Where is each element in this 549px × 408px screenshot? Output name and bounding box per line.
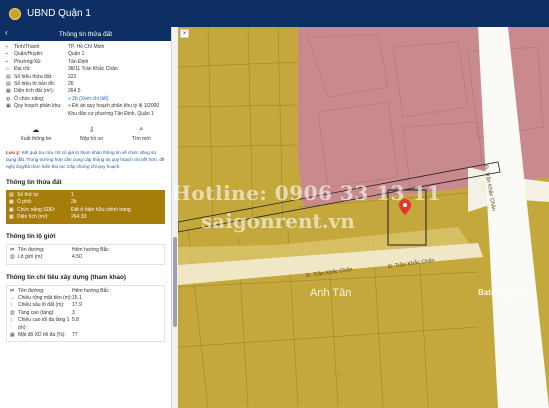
- home-icon: ⌂: [6, 66, 10, 73]
- boundary-row-street: ⇄ Tên đường: Hẻm hướng Bắc: [10, 246, 109, 253]
- land-row-usage: ▣ Chức năng SDĐ: Đất ở hiện hữu chỉnh tran…: [9, 206, 131, 213]
- panel-title: Thông tin thửa đất: [58, 30, 113, 38]
- info-panel: ‹ Thông tin thửa đất ▪ Tỉnh/Thành: TP. Hồ …: [0, 27, 172, 408]
- build-row-street: ⇄ Tên đường: Hẻm hướng Bắc: [10, 287, 109, 294]
- watermark-site: saigonrent.vn: [201, 209, 355, 233]
- note-warning: Lưu ý:: [6, 150, 21, 156]
- section-title-boundary: Thông tin lộ giới: [6, 232, 56, 240]
- panel-header: ‹ Thông tin thửa đất: [0, 27, 171, 41]
- parcel-info-list: ▪ Tỉnh/Thành: TP. Hồ Chí Minh ▪ Quận/Huyện:…: [0, 41, 171, 118]
- width-icon: ↔: [10, 294, 15, 301]
- build-row-floors: ▥ Tầng cao (tầng): 3: [10, 309, 75, 316]
- info-row-map-sheet: ▤ Số hiệu tờ bản đồ: 26: [6, 81, 74, 88]
- height-icon: ↕: [10, 317, 13, 324]
- watermark-anh-tan: Anh Tân: [310, 287, 352, 299]
- block-icon: ▦: [9, 199, 14, 206]
- area-icon: ▦: [6, 88, 11, 95]
- land-row-block: ▦ Ô phố: 2b: [9, 199, 77, 206]
- info-row-district: ▪ Quận/Huyện: Quận 1: [6, 51, 85, 58]
- density-icon: ▦: [10, 331, 15, 338]
- build-row-first-floor-height: ↕ Chiều cao tối đa tầng 1 (m): 5.8: [10, 317, 79, 331]
- depth-icon: ↕: [10, 302, 13, 309]
- section-title-build: Thông tin chỉ tiêu xây dựng (tham khảo): [6, 273, 127, 281]
- document-icon: ▤: [6, 73, 11, 80]
- watermark-batdongsan: Batdongsan: [478, 288, 525, 297]
- watermark-hotline: Hotline: 0906 33 13 11: [172, 181, 442, 205]
- location-icon: ▪: [6, 51, 8, 58]
- boundary-row-width: ▥ Lộ giới (m): 4.50: [10, 254, 82, 261]
- search-icon: ⌕: [139, 126, 144, 134]
- location-icon: ▪: [6, 58, 8, 65]
- disclaimer-note: Lưu ý: Kết quả tra cứu chỉ có giá trị th…: [6, 149, 165, 170]
- submit-file-button[interactable]: ⇩ Nộp hồ sơ: [80, 126, 103, 142]
- new-search-button[interactable]: ⌕ Tìm mới: [132, 126, 151, 142]
- zone-icon: ◍: [6, 95, 11, 102]
- cloud-icon: ☁: [32, 127, 40, 135]
- info-row-address: ⌂ Địa chỉ: 38/11 Trần Khắc Chân: [6, 66, 118, 73]
- back-icon[interactable]: ‹: [5, 28, 8, 37]
- scrollbar-thumb[interactable]: [173, 237, 177, 327]
- info-row-area: ▦ Diện tích đất (m²): 264.5: [6, 88, 81, 95]
- app-title: UBND Quận 1: [27, 8, 91, 19]
- action-bar: ☁ Xuất thông tin ⇩ Nộp hồ sơ ⌕ Tìm mới: [0, 126, 171, 142]
- upload-icon: ⇩: [88, 127, 95, 135]
- emblem-icon: [9, 7, 21, 20]
- land-row-area: ▦ Diện tích (m²): 264.33: [9, 214, 87, 221]
- build-row-depth: ↕ Chiều sâu lô đất (m): 17.9: [10, 302, 82, 309]
- ruler-icon: ▥: [10, 254, 15, 261]
- export-info-button[interactable]: ☁ Xuất thông tin: [20, 126, 51, 142]
- floors-icon: ▥: [10, 309, 15, 316]
- plan-icon: ▣: [6, 103, 11, 110]
- road-icon: ⇄: [10, 287, 15, 294]
- location-icon: ▪: [6, 44, 8, 50]
- info-row-zoning-plan: ▣ Quy hoạch phân khu:» Đồ án quy hoạch ph…: [6, 103, 160, 117]
- build-info-box: ⇄ Tên đường: Hẻm hướng Bắc ↔ Chiều rộng mặt…: [6, 284, 165, 343]
- close-panel-button[interactable]: ×: [180, 29, 189, 38]
- top-bar: UBND Quận 1: [0, 0, 549, 27]
- road-icon: ⇄: [10, 246, 15, 253]
- build-row-density: ▦ Mật độ XD tối đa (%): 77: [10, 331, 78, 338]
- document-icon: ▤: [6, 81, 11, 88]
- land-info-box: ▤ Số thứ tự: 1 ▦ Ô phố: 2b ▣ Chức năng SDĐ: Đấ…: [6, 190, 165, 224]
- info-row-province: ▪ Tỉnh/Thành: TP. Hồ Chí Minh: [6, 44, 105, 50]
- boundary-info-box: ⇄ Tên đường: Hẻm hướng Bắc ▥ Lộ giới (m): 4.…: [6, 243, 165, 265]
- usage-icon: ▣: [9, 206, 14, 213]
- info-row-parcel-number: ▤ Số hiệu thửa đất: 222: [6, 73, 77, 80]
- note-text: Kết quả tra cứu chỉ có giá trị tham khảo…: [6, 150, 165, 170]
- section-title-land: Thông tin thửa đất: [6, 179, 62, 187]
- area-icon: ▦: [9, 214, 14, 221]
- build-row-frontage: ↔ Chiều rộng mặt tiền (m): 15.1: [10, 294, 82, 301]
- document-icon: ▤: [9, 192, 14, 199]
